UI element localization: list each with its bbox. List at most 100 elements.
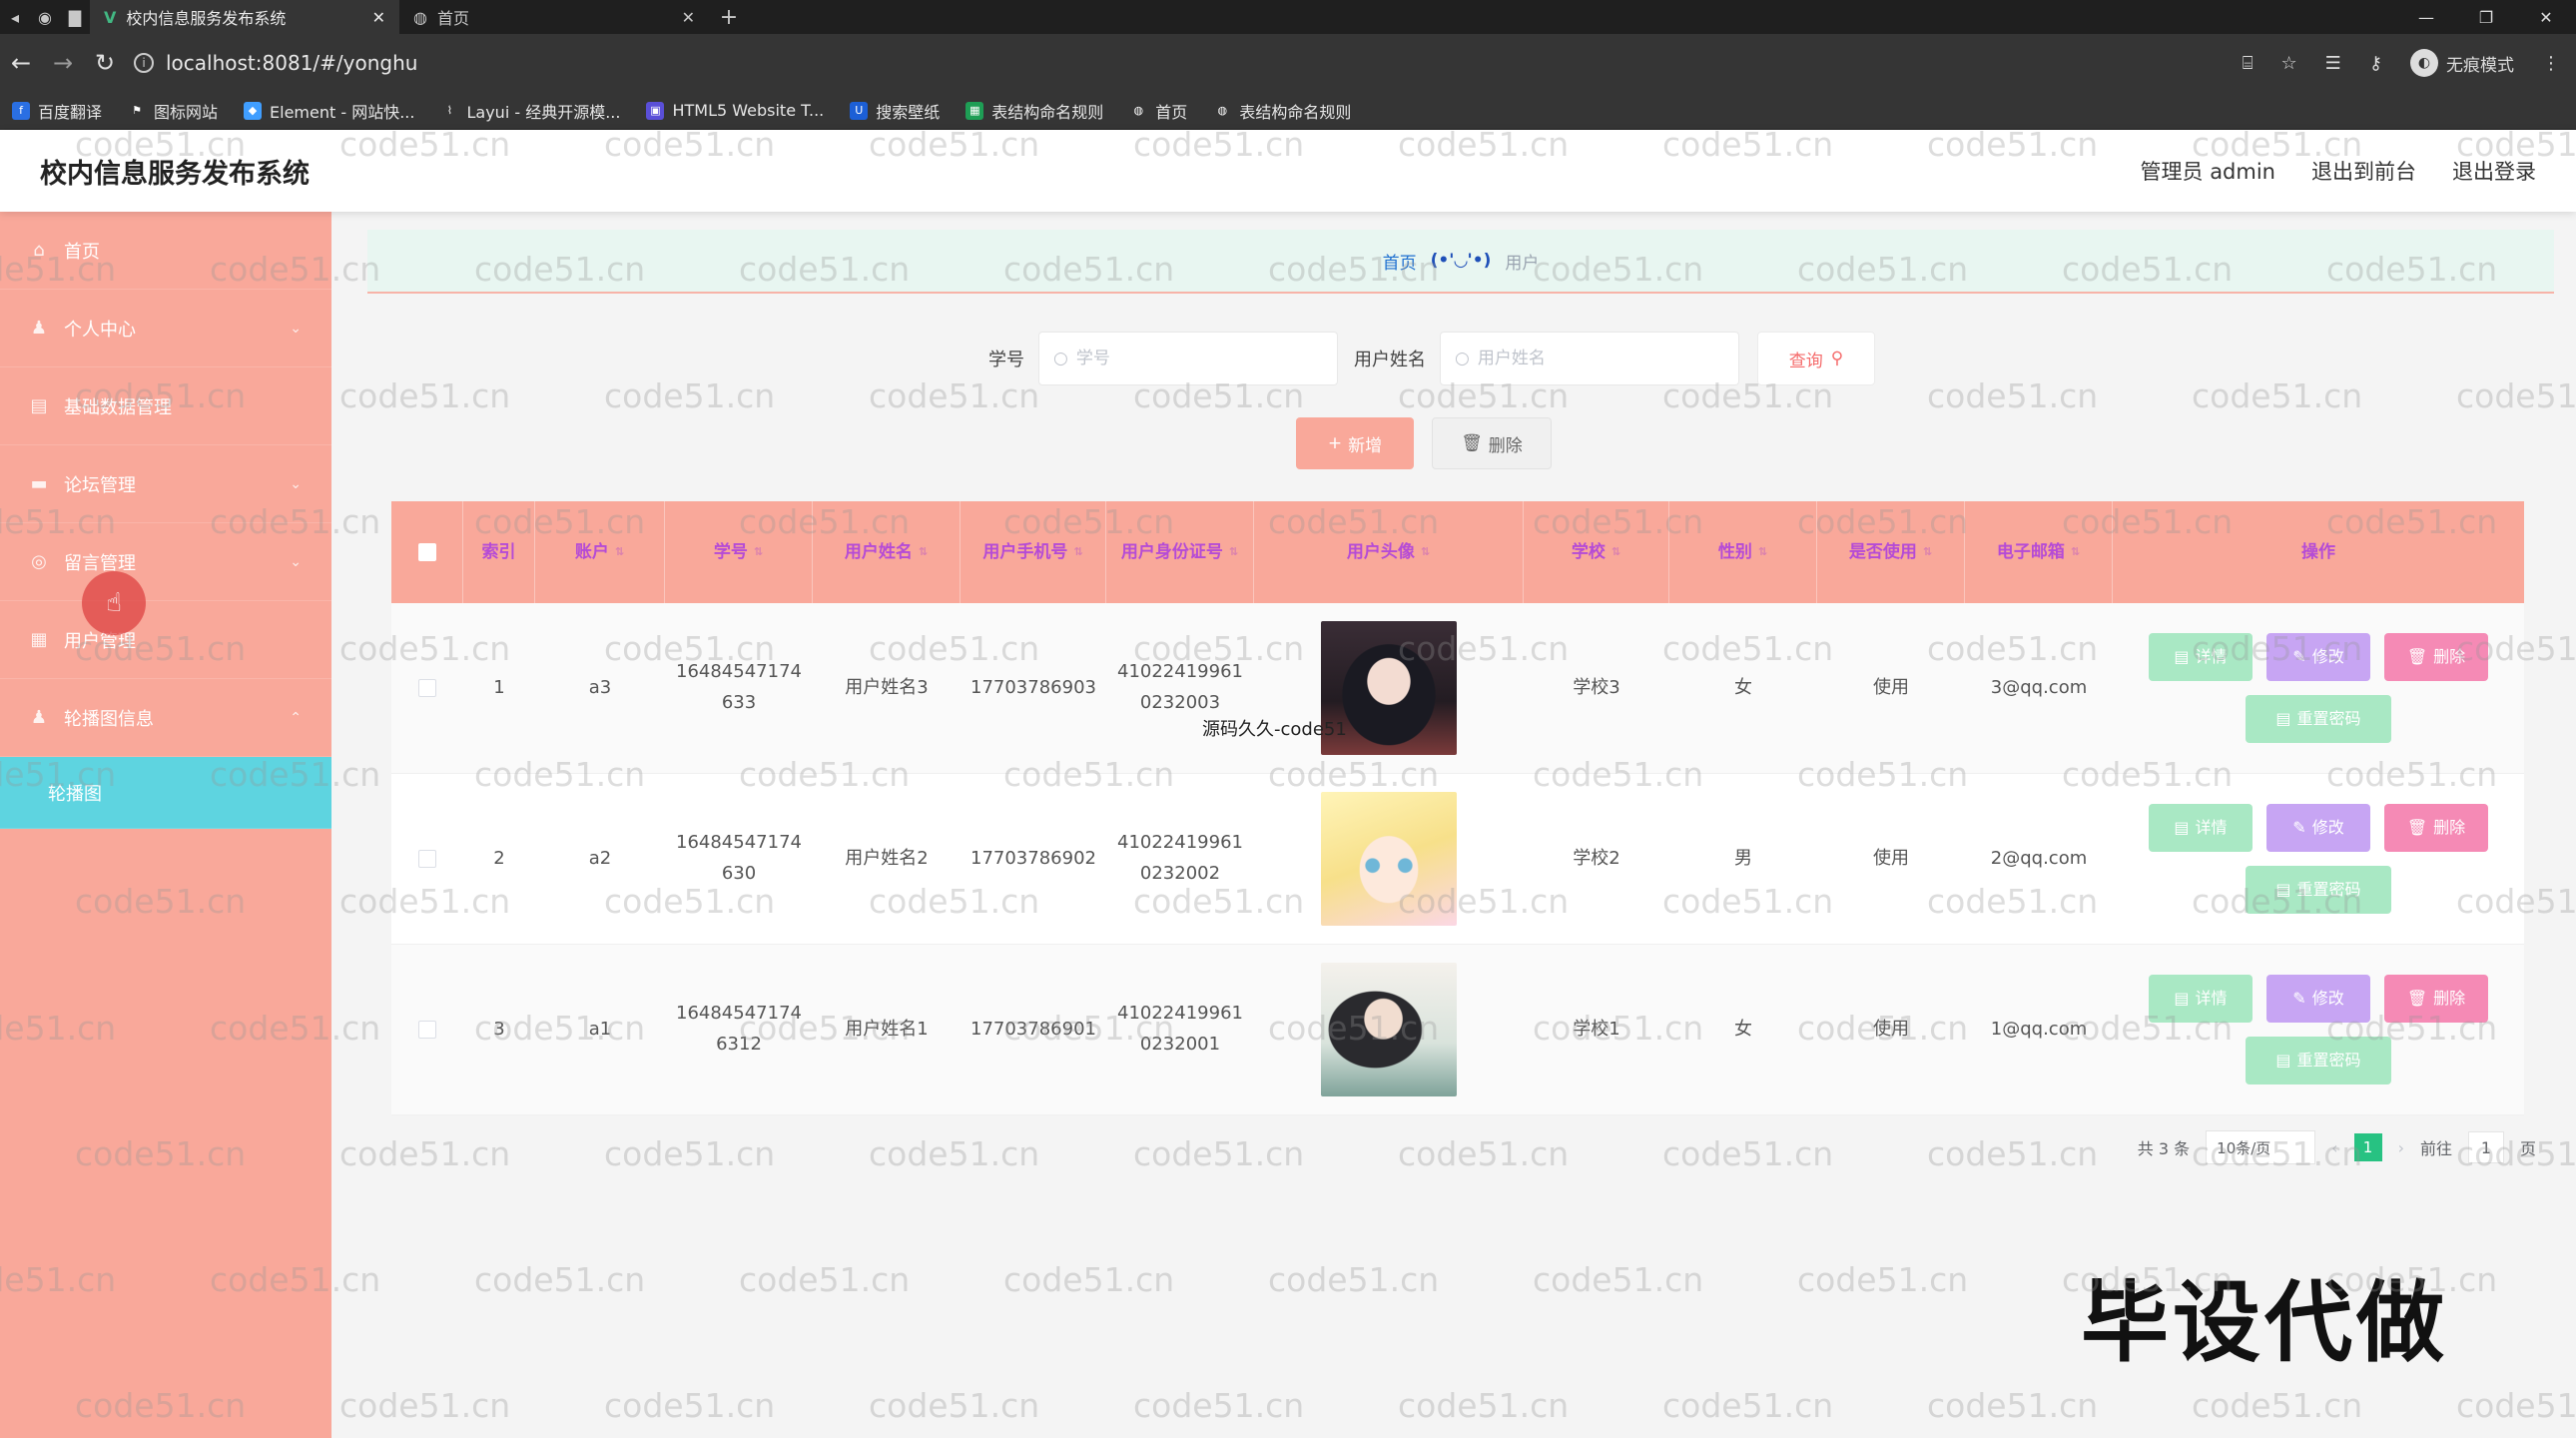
back-icon[interactable]: ← [0, 34, 42, 92]
sidebar-item-messages[interactable]: ◎ 留言管理 ⌄ [0, 523, 331, 601]
reload-icon[interactable]: ↻ [84, 34, 126, 92]
col-user-name[interactable]: 用户姓名 ⇅ [813, 501, 961, 603]
sort-icon[interactable]: ⇅ [754, 542, 763, 563]
tab-app[interactable]: V 校内信息服务发布系统 ✕ [90, 0, 399, 34]
col-email[interactable]: 电子邮箱 ⇅ [1965, 501, 2113, 603]
next-page-icon[interactable]: › [2398, 1138, 2404, 1157]
sort-icon[interactable]: ⇅ [615, 542, 624, 563]
prev-page-icon[interactable]: ‹ [2331, 1138, 2337, 1157]
tab-close-icon[interactable]: ✕ [372, 8, 385, 27]
sort-icon[interactable]: ⇅ [1611, 542, 1620, 563]
menu-icon[interactable]: ⋮ [2542, 53, 2560, 74]
detail-button[interactable]: ▤ 详情 [2149, 975, 2253, 1023]
delete-label: 删除 [1488, 435, 1523, 456]
breadcrumb-home[interactable]: 首页 [1383, 249, 1417, 274]
sidebar-item-home[interactable]: ⌂ 首页 [0, 212, 331, 290]
goto-page-input[interactable]: 1 [2467, 1131, 2504, 1163]
row-checkbox[interactable] [418, 1021, 436, 1039]
watermark-text: code51.cn [1003, 1260, 1175, 1299]
col-avatar[interactable]: 用户头像 ⇅ [1254, 501, 1524, 603]
sort-icon[interactable]: ⇅ [2071, 542, 2080, 563]
reset-password-button[interactable]: ▤ 重置密码 [2246, 695, 2391, 743]
delete-button[interactable]: 🗑 删除 [2384, 633, 2488, 681]
page-size-select[interactable]: 10条/页 [2206, 1130, 2316, 1164]
sort-icon[interactable]: ⇅ [1229, 542, 1238, 563]
detail-button[interactable]: ▤ 详情 [2149, 804, 2253, 852]
tab-search-icon[interactable]: ◂ [0, 0, 30, 34]
detail-button[interactable]: ▤ 详情 [2149, 633, 2253, 681]
site-info-icon[interactable]: i [134, 53, 154, 73]
tab-groups-icon[interactable]: ▇ [60, 0, 90, 34]
tab-home[interactable]: ◍ 首页 ✕ [399, 0, 709, 34]
reset-password-button[interactable]: ▤ 重置密码 [2246, 1037, 2391, 1084]
bookmark-item[interactable]: U 搜索壁纸 [850, 99, 940, 123]
watermark-text: code51.cn [869, 1386, 1040, 1425]
select-all-checkbox[interactable] [417, 543, 436, 561]
avatar-image [1321, 963, 1457, 1096]
sort-icon[interactable]: ⇅ [1758, 542, 1767, 563]
close-window-icon[interactable]: ✕ [2516, 0, 2576, 34]
sidebar-item-users[interactable]: ▦ 用户管理 [0, 601, 331, 679]
bookmark-item[interactable]: ◍ 表结构命名规则 [1213, 99, 1352, 123]
row-checkbox[interactable] [418, 850, 436, 868]
sidebar-item-carousel[interactable]: ♟ 轮播图信息 ⌃ [0, 679, 331, 757]
bookmark-label: Layui - 经典开源模... [466, 102, 621, 122]
bookmark-label: Element - 网站快... [270, 102, 415, 122]
avatar-image [1321, 792, 1457, 926]
key-icon[interactable]: ⚷ [2369, 53, 2382, 74]
student-no-input[interactable] [1075, 349, 1316, 368]
col-gender[interactable]: 性别 ⇅ [1669, 501, 1817, 603]
col-in-use[interactable]: 是否使用 ⇅ [1817, 501, 1965, 603]
col-school[interactable]: 学校 ⇅ [1524, 501, 1669, 603]
add-button[interactable]: + 新增 [1296, 417, 1414, 469]
page-number-current[interactable]: 1 [2353, 1133, 2382, 1161]
student-no-field[interactable]: ○ [1038, 332, 1338, 385]
col-phone[interactable]: 用户手机号 ⇅ [961, 501, 1106, 603]
col-id-card[interactable]: 用户身份证号 ⇅ [1106, 501, 1254, 603]
sidebar-item-basic-data[interactable]: ▤ 基础数据管理 [0, 367, 331, 445]
sidebar-item-forum[interactable]: ▬ 论坛管理 ⌄ [0, 445, 331, 523]
bookmark-item[interactable]: ▦ 表结构命名规则 [966, 99, 1103, 123]
delete-button[interactable]: 🗑 删除 [2384, 804, 2488, 852]
minimize-icon[interactable]: — [2396, 0, 2456, 34]
globe-icon: ◍ [1133, 104, 1144, 117]
new-tab-icon[interactable]: + [709, 0, 749, 34]
sidebar-item-label: 轮播图信息 [64, 708, 154, 730]
user-name-field[interactable]: ○ [1440, 332, 1739, 385]
incognito-profile[interactable]: ◐ 无痕模式 [2410, 49, 2514, 77]
bookmark-item[interactable]: ⚑ 图标网站 [128, 99, 218, 123]
translate-icon[interactable]: ⌸ [2243, 53, 2254, 74]
query-button[interactable]: 查询 ⚲ [1757, 332, 1875, 385]
reset-password-button[interactable]: ▤ 重置密码 [2246, 866, 2391, 914]
pencil-icon: ✎ [2292, 818, 2306, 838]
edit-button[interactable]: ✎ 修改 [2266, 975, 2370, 1023]
bookmark-item[interactable]: ◍ 首页 [1129, 99, 1187, 123]
url-field[interactable]: i localhost:8081/#/yonghu [134, 51, 417, 75]
sort-icon[interactable]: ⇅ [1421, 542, 1430, 563]
reading-list-icon[interactable]: ☰ [2325, 53, 2341, 74]
sort-icon[interactable]: ⇅ [919, 542, 928, 563]
delete-button[interactable]: 🗑 删除 [2384, 975, 2488, 1023]
logout-link[interactable]: 退出登录 [2452, 156, 2536, 186]
browser-globe-icon[interactable]: ◉ [30, 0, 60, 34]
sidebar-subitem-carousel[interactable]: 轮播图 [0, 757, 331, 829]
edit-button[interactable]: ✎ 修改 [2266, 804, 2370, 852]
user-name-input[interactable] [1477, 349, 1717, 368]
sidebar-item-personal[interactable]: ♟ 个人中心 ⌄ [0, 290, 331, 367]
forward-icon[interactable]: → [42, 34, 84, 92]
bookmark-item[interactable]: ⌇ Layui - 经典开源模... [440, 99, 621, 123]
bookmark-item[interactable]: ◆ Element - 网站快... [244, 99, 414, 123]
col-student-no[interactable]: 学号 ⇅ [665, 501, 813, 603]
sort-icon[interactable]: ⇅ [1073, 542, 1082, 563]
edit-button[interactable]: ✎ 修改 [2266, 633, 2370, 681]
restore-icon[interactable]: ❐ [2456, 0, 2516, 34]
star-icon[interactable]: ☆ [2281, 53, 2297, 74]
row-checkbox[interactable] [418, 679, 436, 697]
back-to-frontend-link[interactable]: 退出到前台 [2311, 156, 2416, 186]
tab-close-icon[interactable]: ✕ [682, 8, 695, 27]
sort-icon[interactable]: ⇅ [1923, 542, 1932, 563]
bookmark-item[interactable]: ▣ HTML5 Website T... [646, 101, 824, 120]
col-account[interactable]: 账户 ⇅ [535, 501, 665, 603]
bookmark-item[interactable]: f 百度翻译 [12, 99, 102, 123]
batch-delete-button[interactable]: 🗑 删除 [1432, 417, 1552, 469]
